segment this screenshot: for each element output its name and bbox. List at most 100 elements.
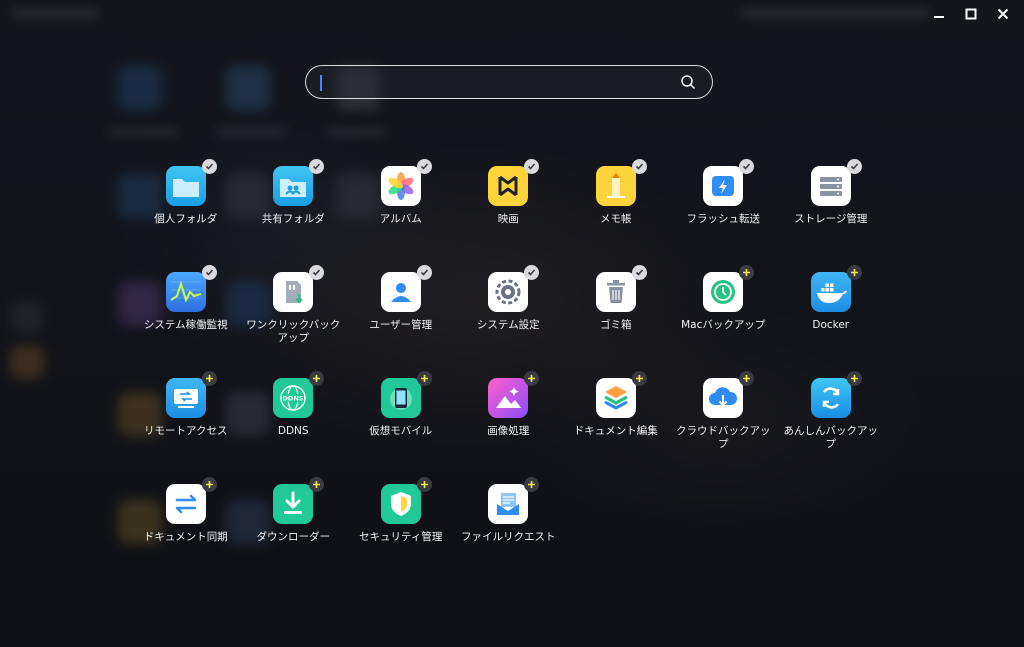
add-plus-icon[interactable]: [416, 477, 432, 492]
add-plus-icon[interactable]: [739, 371, 755, 386]
maximize-icon: [965, 8, 977, 20]
downloader-icon: [273, 484, 314, 524]
search-icon[interactable]: [680, 74, 696, 90]
app-icon-container: [595, 371, 647, 418]
app-tile[interactable]: ファイルリクエスト: [455, 477, 563, 584]
app-label: あんしんバックアップ: [783, 425, 879, 450]
app-label: ファイルリクエスト: [461, 531, 556, 543]
app-search-box[interactable]: [305, 65, 713, 99]
app-tile[interactable]: フラッシュ転送: [670, 159, 778, 266]
app-tile[interactable]: 個人フォルダ: [132, 159, 240, 266]
app-label: Macバックアップ: [681, 319, 766, 331]
app-tile[interactable]: ドキュメント編集: [562, 371, 670, 478]
app-icon-container: [273, 265, 325, 312]
user-icon: [380, 272, 421, 312]
add-plus-icon[interactable]: [524, 371, 540, 386]
app-icon-container: [165, 265, 217, 312]
app-icon-container: [488, 159, 540, 206]
app-tile[interactable]: 共有フォルダ: [240, 159, 348, 266]
app-tile[interactable]: ワンクリックバックアップ: [240, 265, 348, 372]
flash-transfer-icon: [703, 166, 744, 206]
app-label: ユーザー管理: [369, 319, 433, 331]
installed-check-icon: [524, 159, 540, 174]
maximize-button[interactable]: [958, 4, 984, 24]
app-icon-container: DDNS: [273, 371, 325, 418]
app-label: フラッシュ転送: [686, 213, 761, 225]
app-label: ドキュメント同期: [143, 531, 228, 543]
installed-check-icon: [416, 159, 432, 174]
app-icon-container: [703, 371, 755, 418]
app-tile[interactable]: ダウンローダー: [240, 477, 348, 584]
app-label: アルバム: [379, 213, 422, 225]
app-icon-container: [488, 371, 540, 418]
app-label: ストレージ管理: [794, 213, 868, 225]
app-tile[interactable]: セキュリティ管理: [347, 477, 455, 584]
app-tile[interactable]: クラウドバックアップ: [670, 371, 778, 478]
add-plus-icon[interactable]: [416, 371, 432, 386]
app-tile[interactable]: ユーザー管理: [347, 265, 455, 372]
app-tile[interactable]: ゴミ箱: [562, 265, 670, 372]
app-label: Docker: [812, 319, 850, 331]
app-tile[interactable]: Macバックアップ: [670, 265, 778, 372]
installed-check-icon: [631, 159, 647, 174]
app-icon-container: [165, 159, 217, 206]
settings-gear-icon: [488, 272, 529, 312]
app-icon-container: [810, 371, 862, 418]
app-tile[interactable]: システム設定: [455, 265, 563, 372]
app-grid: 個人フォルダ 共有フォルダ アルバム 映画 メモ帳 フラッシュ転送 ストレージ管理システム稼…: [132, 159, 885, 584]
app-tile[interactable]: 映画: [455, 159, 563, 266]
add-plus-icon[interactable]: [846, 265, 862, 280]
app-icon-container: [380, 477, 432, 524]
virtual-mobile-icon: [380, 378, 421, 418]
app-tile[interactable]: システム稼働監視: [132, 265, 240, 372]
installed-check-icon: [631, 265, 647, 280]
installed-check-icon: [524, 265, 540, 280]
add-plus-icon[interactable]: [631, 371, 647, 386]
app-tile[interactable]: ストレージ管理: [777, 159, 885, 266]
add-plus-icon[interactable]: [309, 477, 325, 492]
app-icon-container: [380, 371, 432, 418]
add-plus-icon[interactable]: [201, 371, 217, 386]
svg-text:DDNS: DDNS: [283, 395, 304, 403]
app-label: DDNS: [277, 425, 309, 437]
app-tile[interactable]: DDNS DDNS: [240, 371, 348, 478]
add-plus-icon[interactable]: [739, 265, 755, 280]
app-icon-container: [488, 265, 540, 312]
app-icon-container: [703, 265, 755, 312]
add-plus-icon[interactable]: [846, 371, 862, 386]
app-tile[interactable]: アルバム: [347, 159, 455, 266]
movie-icon: [488, 166, 529, 206]
app-tile[interactable]: メモ帳: [562, 159, 670, 266]
minimize-icon: [934, 16, 944, 18]
docker-icon: [810, 272, 851, 312]
window-controls: [926, 4, 1016, 24]
app-icon-container: [810, 265, 862, 312]
installed-check-icon: [846, 159, 862, 174]
app-tile[interactable]: 仮想モバイル: [347, 371, 455, 478]
installed-check-icon: [309, 265, 325, 280]
app-label: 映画: [497, 213, 519, 225]
app-label: 共有フォルダ: [261, 213, 325, 225]
add-plus-icon[interactable]: [201, 477, 217, 492]
app-tile[interactable]: あんしんバックアップ: [777, 371, 885, 478]
document-edit-icon: [595, 378, 636, 418]
installed-check-icon: [739, 159, 755, 174]
app-tile[interactable]: ドキュメント同期: [132, 477, 240, 584]
app-tile[interactable]: Docker: [777, 265, 885, 372]
personal-folder-icon: [165, 166, 206, 206]
app-icon-container: [595, 265, 647, 312]
app-tile[interactable]: リモートアクセス: [132, 371, 240, 478]
close-button[interactable]: [990, 4, 1016, 24]
search-input[interactable]: [318, 70, 672, 96]
add-plus-icon[interactable]: [524, 477, 540, 492]
installed-check-icon: [201, 265, 217, 280]
app-label: ワンクリックバックアップ: [246, 319, 341, 344]
minimize-button[interactable]: [926, 4, 952, 24]
add-plus-icon[interactable]: [309, 371, 325, 386]
app-icon-container: [165, 477, 217, 524]
app-tile[interactable]: 画像処理: [455, 371, 563, 478]
secure-backup-icon: [810, 378, 851, 418]
mac-backup-icon: [703, 272, 744, 312]
app-label: セキュリティ管理: [359, 531, 443, 543]
app-label: システム設定: [476, 319, 540, 331]
